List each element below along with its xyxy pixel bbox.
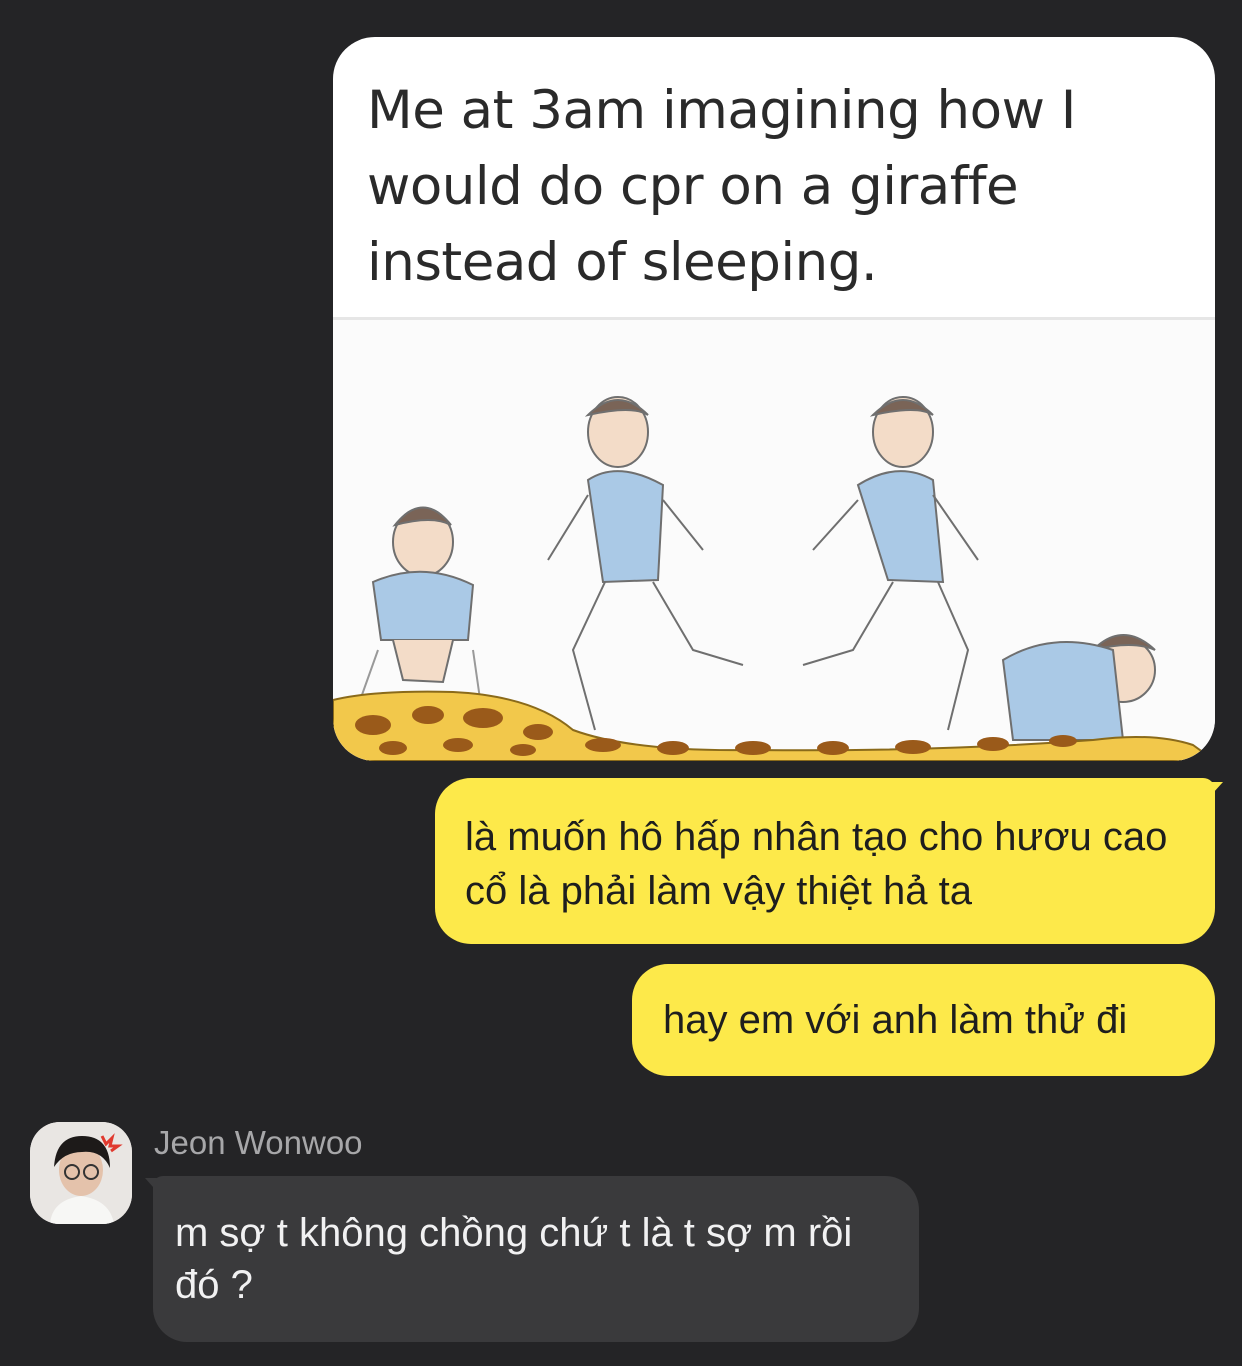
incoming-message[interactable]: m sợ t không chồng chứ t là t sợ m rồi đ… xyxy=(153,1176,919,1342)
outgoing-message[interactable]: là muốn hô hấp nhân tạo cho hươu cao cổ … xyxy=(435,778,1215,944)
meme-caption: Me at 3am imagining how I would do cpr o… xyxy=(367,80,1076,293)
outgoing-message[interactable]: hay em với anh làm thử đi xyxy=(632,964,1215,1076)
meme-image-message[interactable]: Me at 3am imagining how I would do cpr o… xyxy=(333,37,1215,761)
sender-name: Jeon Wonwoo xyxy=(154,1124,363,1161)
meme-illustration xyxy=(333,320,1215,761)
sender-avatar[interactable] xyxy=(30,1122,132,1224)
